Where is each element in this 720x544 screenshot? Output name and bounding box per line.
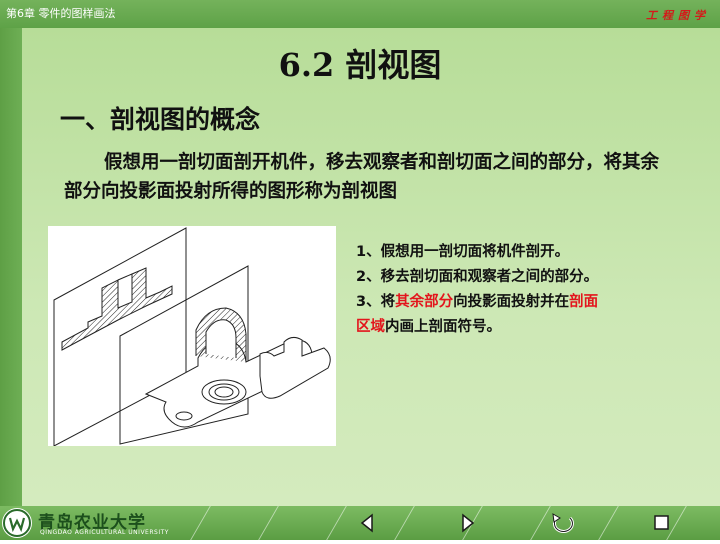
return-button[interactable]: [542, 506, 586, 540]
highlight-remaining-part: 其余部分: [395, 294, 454, 310]
highlight-area: 区域: [356, 319, 385, 335]
square-stop-icon: [654, 515, 669, 530]
note-3-cont: 区域内画上剖面符号。: [356, 319, 501, 335]
triangle-left-icon: [360, 513, 373, 533]
note-3: 3、将其余部分向投影面投射并在剖面: [356, 294, 599, 310]
next-slide-button[interactable]: [446, 506, 490, 540]
top-bar: 第6章 零件的图样画法 工程图学: [0, 0, 720, 28]
chapter-label: 第6章 零件的图样画法: [6, 7, 116, 20]
note-1: 1、假想用一剖切面将机件剖开。: [356, 244, 570, 260]
highlight-section: 剖面: [569, 294, 599, 310]
removed-piece: [259, 336, 331, 399]
bottom-bar: 青岛农业大学 QINGDAO AGRICULTURAL UNIVERSITY: [0, 506, 720, 540]
slide-title: 6.2 剖视图: [278, 46, 442, 84]
university-name-en: QINGDAO AGRICULTURAL UNIVERSITY: [40, 529, 169, 536]
course-title: 工程图学: [646, 9, 710, 22]
previous-slide-button[interactable]: [346, 506, 390, 540]
end-show-button[interactable]: [640, 506, 684, 540]
university-logo: [2, 508, 32, 538]
left-frame-strip: [0, 28, 22, 506]
definition-text: 假想用一剖切面剖开机件，移去观察者和剖切面之间的部分，将其余部分向投影面投射所得…: [64, 152, 660, 202]
triangle-right-icon: [462, 513, 475, 533]
circular-arrow-icon: [552, 513, 574, 533]
explanation-notes: 1、假想用一剖切面将机件剖开。 2、移去剖切面和观察者之间的部分。 3、将其余部…: [356, 240, 696, 340]
section-heading: 一、剖视图的概念: [60, 105, 261, 134]
section-profile: [61, 267, 173, 351]
note-2: 2、移去剖切面和观察者之间的部分。: [356, 269, 599, 285]
slide: 第6章 零件的图样画法 工程图学 6.2 剖视图 一、剖视图的概念 假想用一剖切…: [0, 0, 720, 540]
section-view-figure: [48, 226, 336, 447]
section-view-drawing: [53, 227, 331, 447]
